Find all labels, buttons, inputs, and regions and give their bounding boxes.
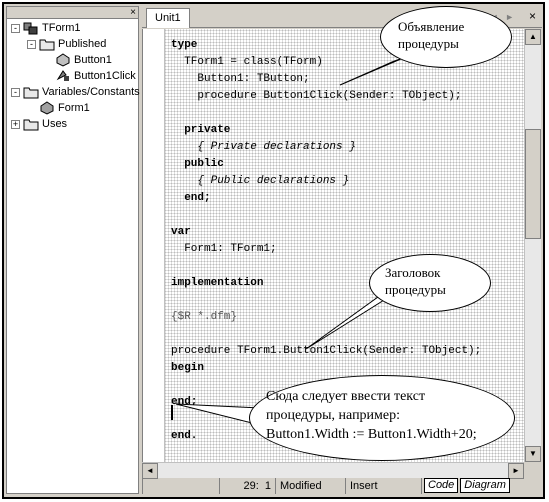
status-bar: 29: 1 Modified Insert Code Diagram: [142, 478, 542, 494]
tree-node-label: TForm1: [42, 22, 81, 34]
code-line: public: [171, 158, 224, 170]
method-icon: [55, 69, 71, 83]
callout-text: Сюда следует ввести текст: [266, 389, 426, 404]
code-line: procedure TForm1.Button1Click(Sender: TO…: [171, 345, 482, 357]
tree-node[interactable]: - Variables/Constants: [11, 84, 140, 100]
code-line: Button1: TButton;: [171, 73, 310, 85]
scroll-right-icon[interactable]: ►: [508, 463, 524, 479]
tree-node[interactable]: Form1: [27, 100, 90, 116]
explorer-title-bar: ×: [7, 7, 138, 19]
scroll-left-icon[interactable]: ◄: [142, 463, 158, 479]
horizontal-scrollbar[interactable]: ◄ ►: [142, 462, 524, 479]
code-line: implementation: [171, 277, 264, 289]
code-line: end;: [171, 192, 211, 204]
collapse-icon[interactable]: -: [27, 39, 36, 49]
cursor-column: 1: [264, 480, 271, 492]
folder-icon: [23, 117, 39, 131]
tab-diagram[interactable]: Diagram: [460, 478, 510, 493]
tab-code[interactable]: Code: [424, 478, 459, 493]
callout-text: Button1.Width := Button1.Width+20;: [266, 427, 477, 442]
callout-text: процедуры: [398, 36, 459, 51]
tree-node-label: Published: [58, 38, 107, 50]
header-callout: Заголовок процедуры: [369, 254, 491, 312]
body-callout: Сюда следует ввести текст процедуры, нап…: [249, 375, 515, 461]
tree-node-label: Button1Click: [74, 70, 136, 82]
folder-icon: [39, 37, 55, 51]
scroll-down-icon[interactable]: ▼: [525, 446, 541, 462]
code-line: begin: [171, 362, 205, 374]
close-tab-icon[interactable]: ×: [529, 9, 536, 23]
callout-text: Объявление: [398, 19, 465, 34]
collapse-icon[interactable]: -: [11, 87, 20, 97]
class-icon: [23, 21, 39, 35]
tree-node[interactable]: + Uses: [11, 116, 67, 132]
code-line: end.: [171, 430, 198, 442]
code-line: { Public declarations }: [171, 175, 350, 187]
tree-node-label: Button1: [74, 54, 112, 66]
expand-icon[interactable]: +: [11, 119, 20, 129]
tree-node[interactable]: - TForm1: [11, 20, 81, 36]
code-explorer: × - TForm1- Published Button1 Button1Click - V…: [6, 6, 140, 494]
code-line: end;: [171, 396, 198, 408]
collapse-icon[interactable]: -: [11, 23, 20, 33]
code-line: {$R *.dfm}: [171, 311, 238, 323]
editor-gutter[interactable]: [143, 29, 165, 462]
code-line: private: [171, 124, 231, 136]
cursor-position: 29: 1: [220, 478, 276, 494]
code-line: Form1: TForm1;: [171, 243, 277, 255]
modified-indicator: Modified: [276, 478, 346, 494]
tree-node-label: Variables/Constants: [42, 86, 140, 98]
cursor-line: 29:: [243, 480, 259, 492]
scroll-thumb[interactable]: [525, 129, 541, 239]
code-line: TForm1 = class(TForm): [171, 56, 323, 68]
status-left-panel: [142, 478, 220, 494]
folder-icon: [23, 85, 39, 99]
tab-unit1[interactable]: Unit1: [146, 8, 190, 28]
callout-text: процедуры: [385, 282, 446, 297]
callout-text: Заголовок: [385, 265, 441, 280]
tree-node[interactable]: Button1Click: [43, 68, 136, 84]
field-icon: [55, 53, 71, 67]
vertical-scrollbar[interactable]: ▲ ▼: [524, 29, 541, 462]
code-line: { Private declarations }: [171, 141, 356, 153]
tree-node[interactable]: - Published: [27, 36, 106, 52]
callout-text: процедуры, например:: [266, 408, 401, 423]
declaration-callout: Объявление процедуры: [380, 6, 512, 68]
tree-node-label: Uses: [42, 118, 68, 130]
scroll-up-icon[interactable]: ▲: [525, 29, 541, 45]
code-line: type: [171, 39, 198, 51]
tree-node[interactable]: Button1: [43, 52, 112, 68]
variable-icon: [39, 101, 55, 115]
tree-node-label: Form1: [58, 102, 90, 114]
insert-mode-indicator: Insert: [346, 478, 422, 494]
code-line: var: [171, 226, 191, 238]
code-line: procedure Button1Click(Sender: TObject);: [171, 90, 462, 102]
close-icon[interactable]: ×: [130, 7, 136, 18]
